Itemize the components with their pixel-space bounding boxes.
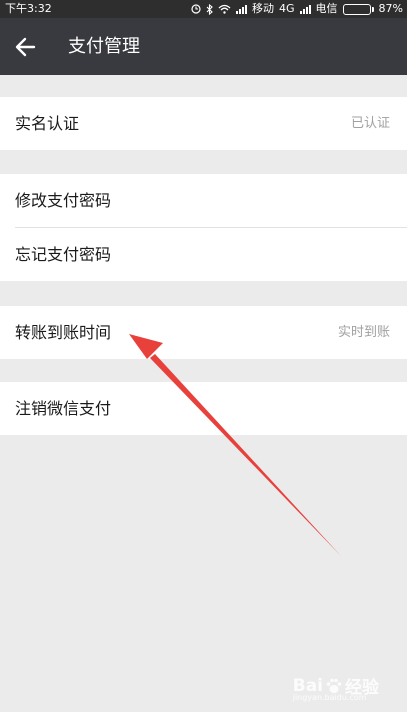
- baidu-watermark: Bai 经验 jingyan.baidu.com: [293, 673, 379, 703]
- row-label: 转账到账时间: [15, 323, 112, 342]
- settings-group-transfer: 转账到账时间 实时到账: [0, 306, 407, 359]
- row-label: 实名认证: [15, 114, 80, 133]
- network-type-label: 4G: [279, 2, 295, 15]
- status-bar: 下午3:32 移动 4G 电信 87%: [0, 0, 407, 18]
- wifi-icon: [218, 4, 231, 14]
- page-title: 支付管理: [68, 36, 140, 57]
- settings-row-deregister-pay[interactable]: 注销微信支付: [0, 382, 407, 435]
- row-label: 修改支付密码: [15, 191, 112, 210]
- title-bar: 支付管理: [0, 18, 407, 75]
- row-value: 实时到账: [337, 325, 390, 340]
- settings-group-deregister: 注销微信支付: [0, 382, 407, 435]
- status-icons: 移动 4G 电信 87%: [191, 0, 403, 18]
- back-arrow-icon[interactable]: [12, 34, 38, 60]
- alarm-icon: [191, 4, 201, 14]
- signal-icon: [236, 4, 248, 14]
- battery-percent: 87%: [378, 2, 403, 15]
- battery-icon: [342, 3, 374, 15]
- settings-row-change-password[interactable]: 修改支付密码: [0, 174, 407, 227]
- settings-group-verification: 实名认证 已认证: [0, 97, 407, 150]
- settings-row-transfer-time[interactable]: 转账到账时间 实时到账: [0, 306, 407, 359]
- paw-logo-icon: [326, 678, 342, 693]
- row-label: 注销微信支付: [15, 399, 112, 418]
- signal-icon-2: [299, 4, 311, 14]
- settings-row-real-name[interactable]: 实名认证 已认证: [0, 97, 407, 150]
- status-time: 下午3:32: [5, 2, 52, 15]
- settings-row-forgot-password[interactable]: 忘记支付密码: [0, 228, 407, 281]
- carrier-1-label: 移动: [252, 2, 275, 15]
- bluetooth-icon: [206, 3, 213, 15]
- row-value: 已认证: [350, 116, 390, 131]
- watermark-url: jingyan.baidu.com: [292, 693, 367, 702]
- row-label: 忘记支付密码: [15, 245, 112, 264]
- settings-group-password: 修改支付密码 忘记支付密码: [0, 174, 407, 281]
- carrier-2-label: 电信: [315, 2, 338, 15]
